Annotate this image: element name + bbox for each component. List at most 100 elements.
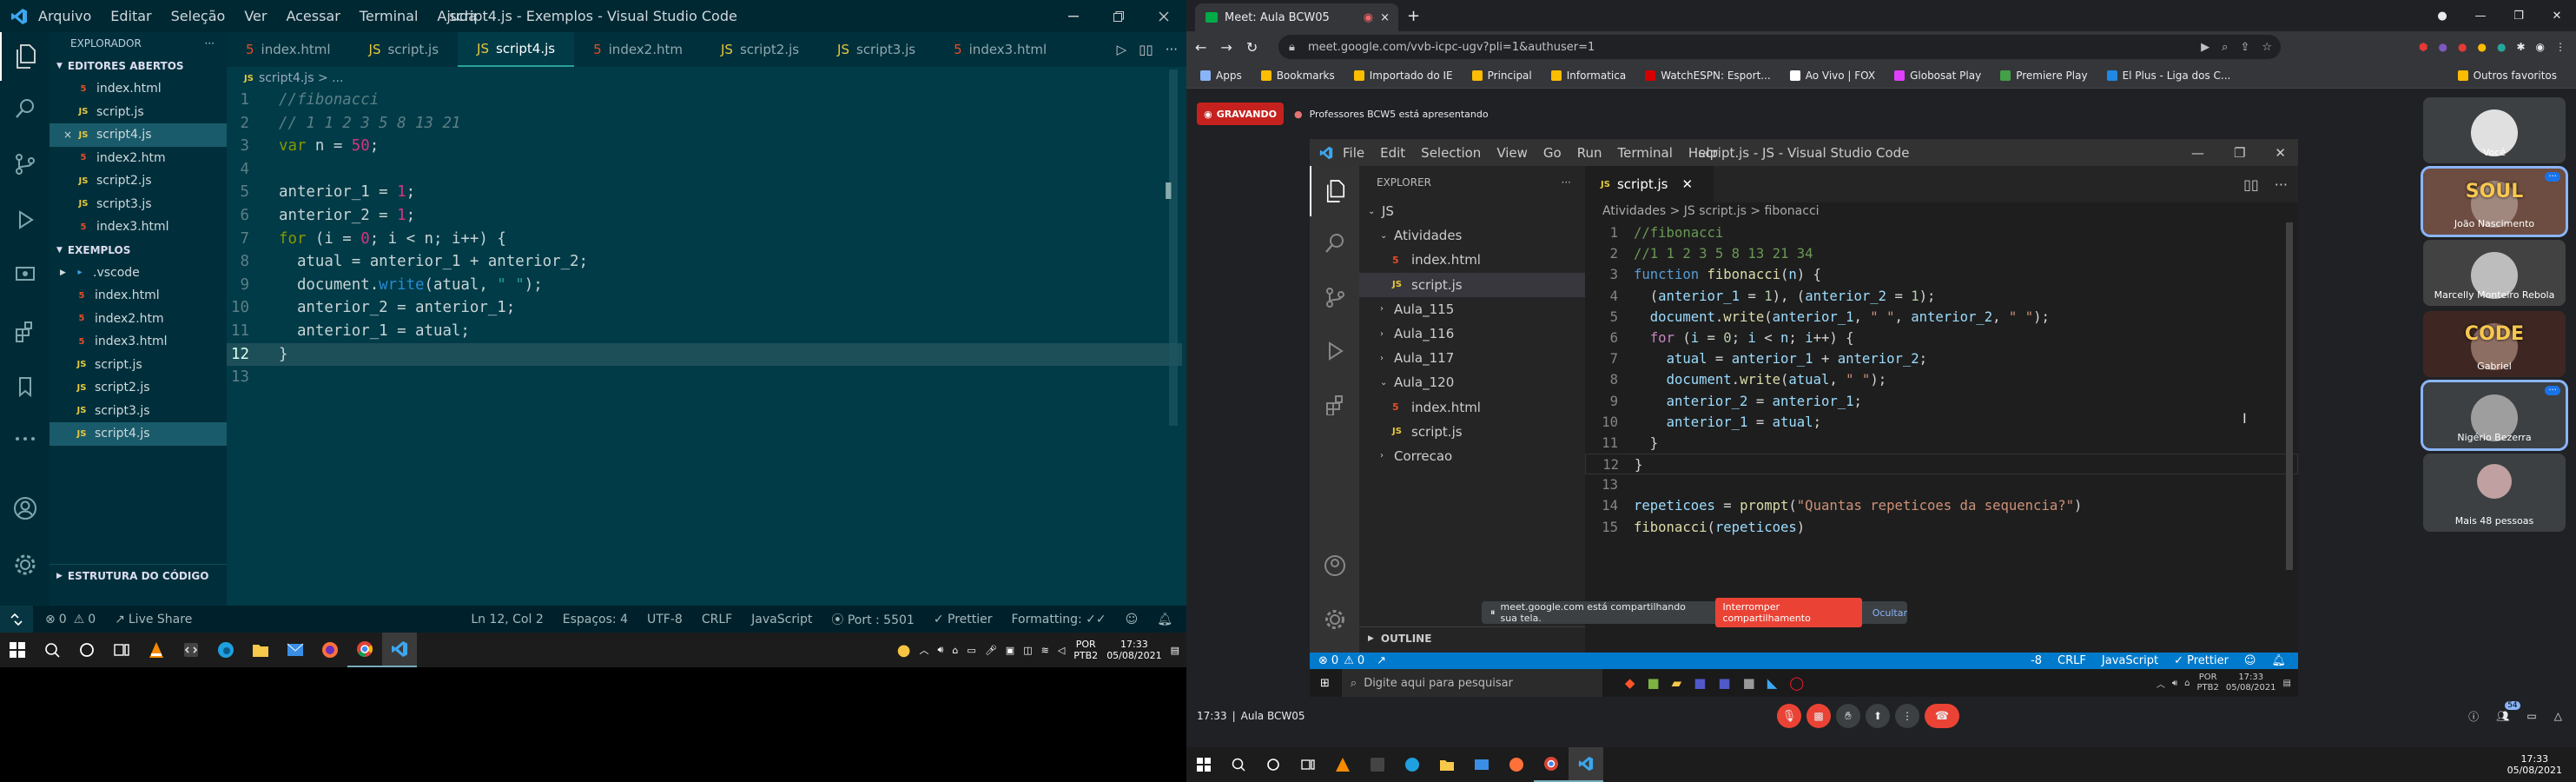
chevron-up-icon[interactable]: ︿ (2157, 677, 2165, 690)
extension-icon[interactable]: ● (2458, 41, 2467, 53)
tab-index3-html[interactable]: 5 index3.html (935, 32, 1066, 67)
code-editor-app-icon[interactable] (174, 633, 208, 667)
vlc-icon[interactable] (139, 633, 174, 667)
restore-icon[interactable] (1096, 0, 1141, 32)
reload-icon[interactable]: ↻ (1246, 39, 1258, 56)
search-icon[interactable] (1310, 216, 1359, 270)
close-icon[interactable]: ✕ (2538, 10, 2576, 23)
extensions-icon[interactable] (1310, 378, 1359, 432)
extension-icon[interactable]: ● (2477, 41, 2486, 53)
tray-icon[interactable]: ◫ (1023, 645, 1032, 656)
task-view-icon[interactable] (104, 633, 139, 667)
other-bookmarks[interactable]: Outros favoritos (2457, 70, 2557, 82)
source-control-icon[interactable] (0, 136, 50, 192)
eol[interactable]: CRLF (702, 613, 732, 626)
errors-icon[interactable]: ⊗ (1318, 654, 1328, 667)
vscode-taskbar-icon[interactable]: ◣ (1767, 675, 1778, 691)
puzzle-extensions-icon[interactable]: ✱ (2516, 41, 2525, 53)
app-icon[interactable]: ■ (1647, 675, 1659, 691)
formatting-status[interactable]: Formatting: ✓✓ (1012, 613, 1106, 626)
language-mode[interactable]: JavaScript (751, 613, 812, 626)
open-editor-item[interactable]: JS script2.js (50, 169, 227, 193)
menu-item[interactable]: File (1343, 145, 1364, 161)
account-icon[interactable] (1310, 541, 1359, 590)
file-tree-item[interactable]: JS script2.js (50, 376, 227, 400)
notifications-icon[interactable]: 🔔︎ (1157, 613, 1172, 626)
network-icon[interactable]: ⌂ (2184, 679, 2190, 688)
star-icon[interactable]: ☆ (2262, 41, 2272, 54)
opera-icon[interactable]: ◯ (1789, 675, 1804, 691)
vscode-taskbar-icon[interactable] (382, 633, 417, 667)
split-editor-icon[interactable]: ▯▯ (2243, 176, 2259, 193)
live-share-icon[interactable]: ↗ (1377, 654, 1386, 667)
menu-item[interactable]: Selection (1421, 145, 1481, 161)
tab-index2-htm[interactable]: 5 index2.htm (574, 32, 702, 67)
participant-tile[interactable]: Marcelly Monteiro Rebola (2423, 240, 2566, 306)
tab-script2-js[interactable]: JS script2.js (702, 32, 818, 67)
extension-icon[interactable]: ● (2439, 41, 2447, 53)
more-actions-icon[interactable]: ··· (2275, 176, 2288, 193)
file-explorer-icon[interactable] (1430, 747, 1464, 782)
remote-breadcrumb[interactable]: Atividades > JS script.js > fibonacci (1585, 204, 1820, 218)
chrome-menu-icon[interactable]: ⋮ (2555, 41, 2566, 53)
mail-icon[interactable] (1464, 747, 1499, 782)
tab-script3-js[interactable]: JS script3.js (818, 32, 935, 67)
zoom-icon[interactable]: ⌕ (2222, 41, 2228, 54)
settings-gear-icon[interactable] (0, 540, 50, 589)
brave-icon[interactable]: ◆ (1625, 675, 1635, 691)
participant-tile[interactable]: Mais 48 pessoas (2423, 454, 2566, 532)
bookmark-item[interactable]: Premiere Play (2000, 70, 2088, 82)
open-editors-header[interactable]: ▼ EDITORES ABERTOS (50, 55, 227, 77)
tab-meet[interactable]: Meet: Aula BCW05 ◉ × (1195, 3, 1398, 31)
file-tree-item[interactable]: ⌄ Atividades (1359, 223, 1585, 248)
menu-item[interactable]: Arquivo (38, 8, 91, 24)
menu-item[interactable]: Ajuda (437, 8, 477, 24)
file-tree-item[interactable]: 5 index2.htm (50, 308, 227, 331)
more-options-button[interactable]: ⋮ (1895, 704, 1919, 728)
prettier-status[interactable]: ✓ Prettier (2174, 654, 2229, 667)
share-icon[interactable]: ⇪ (2240, 41, 2249, 54)
chevron-up-icon[interactable]: ︿ (919, 643, 928, 657)
input-language[interactable]: POR PTB2 (1073, 639, 1098, 661)
teams-icon[interactable]: ■ (1694, 675, 1706, 691)
encoding[interactable]: UTF-8 (647, 613, 683, 626)
info-icon[interactable]: ⓘ (2468, 709, 2479, 724)
remote-icon[interactable] (0, 606, 33, 633)
indentation[interactable]: Espaços: 4 (563, 613, 628, 626)
open-editor-item[interactable]: JS script3.js (50, 193, 227, 216)
code-editor[interactable]: 1 //fibonacci 2 // 1 1 2 3 5 8 13 21 3 var n … (227, 89, 1182, 606)
code-editor-app-icon[interactable] (1360, 747, 1395, 782)
notifications-icon[interactable]: 🔔︎ (2271, 654, 2286, 667)
open-editor-item[interactable]: 5 index2.htm (50, 147, 227, 170)
extensions-icon[interactable] (0, 303, 50, 359)
chrome-icon[interactable] (347, 633, 382, 667)
feedback-icon[interactable]: ☺ (2244, 654, 2256, 667)
firefox-icon[interactable] (313, 633, 347, 667)
file-tree-item[interactable]: JS script3.js (50, 400, 227, 423)
open-editor-item[interactable]: × JS script4.js (50, 123, 227, 147)
windows-start-icon[interactable] (1186, 747, 1221, 782)
menu-item[interactable]: Ver (244, 8, 267, 24)
file-tree-item[interactable]: 5 index.html (1359, 248, 1585, 272)
teams-icon[interactable]: ■ (1718, 675, 1730, 691)
volume-icon[interactable]: ◁ (1058, 645, 1065, 656)
bookmark-item[interactable]: Importado do IE (1353, 70, 1453, 82)
tab-script-js[interactable]: JS script.js ✕ (1585, 166, 1714, 202)
minimize-icon[interactable]: — (2191, 145, 2204, 161)
profile-icon[interactable]: ◉ (2536, 41, 2545, 53)
source-control-icon[interactable] (1310, 270, 1359, 324)
menu-item[interactable]: Seleção (171, 8, 226, 24)
file-tree-item[interactable]: JS script.js (1359, 272, 1585, 297)
prettier-status[interactable]: ✓ Prettier (934, 613, 993, 626)
folder-header[interactable]: ▼ EXEMPLOS (50, 239, 227, 262)
adblock-extension-icon[interactable]: ⬢ (2419, 41, 2427, 53)
search-icon[interactable] (35, 633, 69, 667)
file-explorer-icon[interactable]: ▰ (1672, 675, 1682, 691)
file-tree-item[interactable]: JS script4.js (50, 422, 227, 446)
clock[interactable]: 17:33 05/08/2021 (2507, 753, 2576, 776)
participant-tile[interactable]: Nigério Bezerra ··· (2421, 380, 2568, 451)
run-debug-icon[interactable] (0, 192, 50, 248)
battery-icon[interactable]: ▭ (967, 645, 975, 656)
participants-button[interactable]: 👥︎ 54 (2496, 701, 2520, 722)
bookmark-item[interactable]: Informatica (1550, 70, 1626, 82)
